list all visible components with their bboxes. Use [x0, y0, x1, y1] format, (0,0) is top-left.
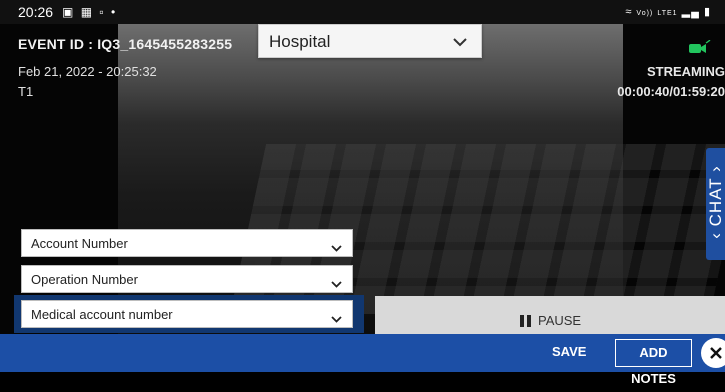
pause-icon: [520, 314, 532, 332]
facility-select[interactable]: Hospital: [258, 24, 482, 58]
chevron-down-icon: [331, 310, 342, 328]
chevron-down-icon: ‹: [706, 232, 725, 239]
close-icon: [710, 347, 722, 359]
facility-select-value: Hospital: [269, 32, 331, 51]
save-button[interactable]: SAVE: [552, 344, 586, 359]
lte-label: LTE1: [657, 10, 678, 17]
chevron-down-icon: [453, 34, 467, 52]
event-datetime: Feb 21, 2022 - 20:25:32: [18, 64, 157, 79]
status-time: 20:26: [18, 4, 54, 20]
event-id: EVENT ID : IQ3_1645455283255: [18, 36, 233, 52]
volte-icon: Vo)): [636, 10, 654, 17]
operation-number-select[interactable]: Operation Number: [21, 265, 353, 293]
battery-icon: ▮: [703, 6, 711, 18]
wifi-icon: ≈: [625, 6, 633, 18]
chat-tab[interactable]: ‹ CHAT ›: [706, 148, 725, 260]
pause-button[interactable]: PAUSE: [375, 296, 725, 334]
dot-icon: •: [110, 5, 118, 19]
chat-text: CHAT: [706, 177, 725, 227]
image-icon: ▣: [62, 5, 76, 19]
grid-icon: ▦: [80, 5, 95, 19]
add-notes-button[interactable]: ADD NOTES: [615, 339, 692, 386]
close-button[interactable]: [701, 338, 725, 368]
chevron-down-icon: [331, 239, 342, 257]
chat-label: ‹ CHAT ›: [706, 154, 725, 250]
operation-number-label: Operation Number: [31, 272, 138, 287]
account-number-label: Account Number: [31, 236, 128, 251]
status-bar: 20:26 ▣ ▦ ▫ • ≈ Vo)) LTE1 ▂▄ ▮: [0, 0, 725, 24]
streaming-status: STREAMING: [647, 64, 725, 79]
chevron-up-icon: ›: [706, 165, 725, 172]
signal-icon: ▂▄: [681, 6, 700, 18]
stream-timer: 00:00:40/01:59:20: [617, 84, 725, 99]
bottom-action-bar: SAVE ADD NOTES: [0, 334, 725, 386]
video-camera-icon: [689, 39, 711, 59]
chevron-down-icon: [331, 275, 342, 293]
status-icons-left: ▣ ▦ ▫ •: [62, 5, 117, 19]
status-icons-right: ≈ Vo)) LTE1 ▂▄ ▮: [625, 5, 711, 18]
medical-account-number-select[interactable]: Medical account number: [21, 300, 353, 328]
app-icon: ▫: [99, 5, 106, 19]
medical-account-number-label: Medical account number: [31, 307, 173, 322]
pause-label: PAUSE: [538, 313, 582, 328]
account-number-select[interactable]: Account Number: [21, 229, 353, 257]
event-tag: T1: [18, 84, 34, 99]
